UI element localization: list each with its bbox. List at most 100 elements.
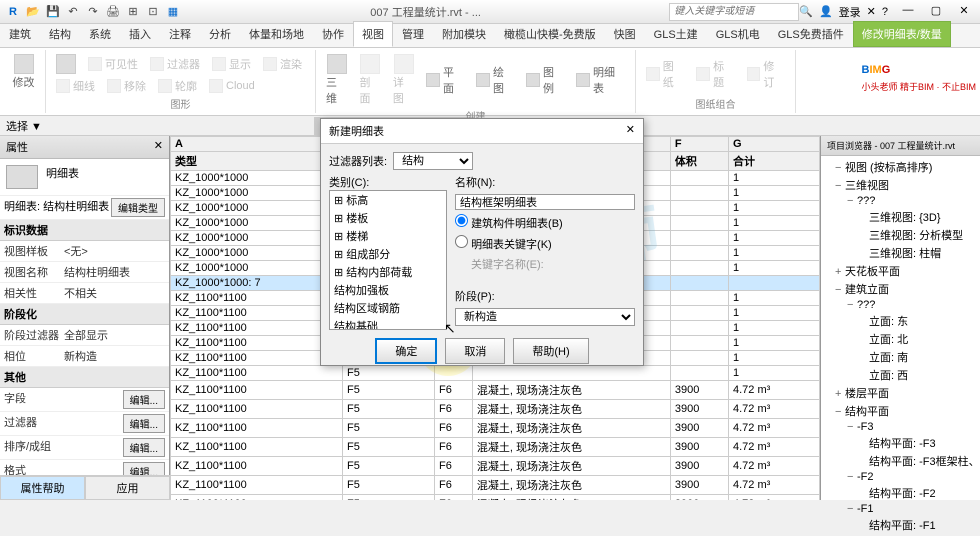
view-name-value[interactable]: 结构柱明细表 — [64, 264, 165, 280]
table-row[interactable]: KZ_1100*1100F51 — [171, 366, 820, 381]
tree-node[interactable]: 结构平面: -F3 — [823, 434, 978, 452]
user-icon[interactable]: 👤 — [819, 5, 833, 18]
thinline-button[interactable]: 细线 — [52, 76, 99, 96]
expand-icon[interactable]: − — [847, 471, 857, 483]
render-button[interactable]: 渲染 — [259, 54, 306, 74]
search-icon[interactable]: 🔍 — [799, 5, 813, 18]
category-item[interactable]: ⊞ 结构内部荷载 — [330, 263, 446, 281]
titleblock-button[interactable]: 标题 — [692, 56, 738, 92]
print-icon[interactable]: 🖨 — [104, 3, 122, 21]
col-header[interactable]: F — [670, 137, 728, 152]
category-item[interactable]: 结构加强板 — [330, 281, 446, 299]
show-button[interactable]: 显示 — [208, 54, 255, 74]
tab-附加模块[interactable]: 附加模块 — [433, 21, 495, 47]
tab-体量和场地[interactable]: 体量和场地 — [240, 21, 313, 47]
legend-button[interactable]: 图例 — [522, 62, 568, 98]
undo-icon[interactable]: ↶ — [64, 3, 82, 21]
tree-node[interactable]: 结构平面: -F1 — [823, 516, 978, 534]
expand-icon[interactable]: − — [847, 299, 857, 311]
filter-select[interactable]: 结构 — [393, 152, 473, 170]
tree-node[interactable]: 三维视图: {3D} — [823, 208, 978, 226]
select-dropdown[interactable]: 选择 ▼ — [6, 118, 42, 134]
login-link[interactable]: 登录 — [839, 4, 861, 20]
tab-GLS机电[interactable]: GLS机电 — [707, 21, 769, 47]
tree-node[interactable]: 立面: 北 — [823, 330, 978, 348]
tab-建筑[interactable]: 建筑 — [0, 21, 40, 47]
field-header[interactable]: 类型 — [171, 152, 343, 171]
tab-管理[interactable]: 管理 — [393, 21, 433, 47]
col-header[interactable]: A — [171, 137, 343, 152]
expand-icon[interactable]: − — [835, 284, 845, 296]
plan-button[interactable]: 平面 — [422, 62, 468, 98]
3dview-button[interactable]: 三维 — [322, 52, 351, 108]
tree-node[interactable]: 三维视图: 柱帽 — [823, 244, 978, 262]
tab-修改明细表/数量[interactable]: 修改明细表/数量 — [853, 21, 951, 47]
tree-node[interactable]: 结构平面: -F2 — [823, 484, 978, 502]
table-row[interactable]: KZ_1100*1100F5F6混凝土, 现场浇注灰色39004.72 m³ — [171, 457, 820, 476]
table-row[interactable]: KZ_1100*1100F5F6混凝土, 现场浇注灰色39004.72 m³ — [171, 400, 820, 419]
tree-node[interactable]: 结构平面: -F3框架柱、剪力墙 — [823, 452, 978, 470]
qat-icon[interactable]: ⊞ — [124, 3, 142, 21]
category-item[interactable]: ⊞ 标高 — [330, 191, 446, 209]
fields-edit-button[interactable]: 编辑... — [123, 390, 165, 409]
view-template-value[interactable]: <无> — [64, 243, 165, 259]
field-header[interactable]: 合计 — [728, 152, 819, 171]
qat-icon[interactable]: ⊡ — [144, 3, 162, 21]
ok-button[interactable]: 确定 — [375, 338, 437, 364]
help-button[interactable]: 帮助(H) — [513, 338, 588, 364]
help-icon[interactable]: ? — [882, 6, 888, 18]
modify-button[interactable]: 修改 — [8, 52, 39, 92]
search-input[interactable] — [669, 3, 799, 21]
tree-node[interactable]: −三维视图 — [823, 176, 978, 194]
tab-系统[interactable]: 系统 — [80, 21, 120, 47]
drafting-button[interactable]: 绘图 — [472, 62, 518, 98]
tree-node[interactable]: 三维视图: 分析模型 — [823, 226, 978, 244]
tree-node[interactable]: −-F1 — [823, 502, 978, 516]
tab-GLS免费插件[interactable]: GLS免费插件 — [769, 21, 853, 47]
tree-node[interactable]: +天花板平面 — [823, 262, 978, 280]
filter-edit-button[interactable]: 编辑... — [123, 414, 165, 433]
tab-GLS土建[interactable]: GLS土建 — [645, 21, 707, 47]
browser-tree[interactable]: −视图 (按标高排序)−三维视图−???三维视图: {3D}三维视图: 分析模型… — [821, 156, 980, 536]
cancel-button[interactable]: 取消 — [445, 338, 505, 364]
tab-注释[interactable]: 注释 — [160, 21, 200, 47]
expand-icon[interactable]: − — [847, 503, 857, 515]
phase-value[interactable]: 新构造 — [64, 348, 165, 364]
revision-button[interactable]: 修订 — [743, 56, 789, 92]
category-item[interactable]: ⊞ 组成部分 — [330, 245, 446, 263]
maximize-button[interactable]: ▢ — [924, 4, 948, 20]
prop-help-button[interactable]: 属性帮助 — [0, 476, 85, 500]
expand-icon[interactable]: − — [835, 406, 845, 418]
save-icon[interactable]: 💾 — [44, 3, 62, 21]
tree-node[interactable]: −结构平面 — [823, 402, 978, 420]
view-template-button[interactable] — [52, 52, 80, 76]
tree-node[interactable]: −??? — [823, 194, 978, 208]
col-header[interactable]: G — [728, 137, 819, 152]
tab-结构[interactable]: 结构 — [40, 21, 80, 47]
apply-button[interactable]: 应用 — [85, 476, 170, 500]
app-icon[interactable]: R — [4, 3, 22, 21]
field-header[interactable]: 体积 — [670, 152, 728, 171]
tree-node[interactable]: −建筑立面 — [823, 280, 978, 298]
expand-icon[interactable]: − — [847, 195, 857, 207]
expand-icon[interactable]: − — [847, 421, 857, 433]
category-listbox[interactable]: ⊞ 标高⊞ 楼板⊞ 楼梯⊞ 组成部分⊞ 结构内部荷载 结构加强板 结构区域钢筋 … — [329, 190, 447, 330]
tree-node[interactable]: 立面: 南 — [823, 348, 978, 366]
table-row[interactable]: KZ_1100*1100F5F6混凝土, 现场浇注灰色39004.72 m³ — [171, 476, 820, 495]
tree-node[interactable]: −??? — [823, 298, 978, 312]
tab-插入[interactable]: 插入 — [120, 21, 160, 47]
tab-视图[interactable]: 视图 — [353, 21, 393, 47]
radio-building[interactable]: 建筑构件明细表(B) — [455, 214, 635, 231]
minimize-button[interactable]: — — [896, 4, 920, 20]
filter-button[interactable]: 过滤器 — [146, 54, 204, 74]
visibility-button[interactable]: 可见性 — [84, 54, 142, 74]
table-row[interactable]: KZ_1100*1100F5F6混凝土, 现场浇注灰色39004.72 m³ — [171, 419, 820, 438]
category-item[interactable]: 结构区域钢筋 — [330, 299, 446, 317]
tree-node[interactable]: 立面: 东 — [823, 312, 978, 330]
redo-icon[interactable]: ↷ — [84, 3, 102, 21]
tab-橄榄山快模-免费版[interactable]: 橄榄山快模-免费版 — [495, 21, 605, 47]
category-item[interactable]: ⊞ 楼板 — [330, 209, 446, 227]
callout-button[interactable]: 详图 — [389, 52, 418, 108]
tree-node[interactable]: 立面: 西 — [823, 366, 978, 384]
exchange-icon[interactable]: ✕ — [867, 5, 876, 18]
